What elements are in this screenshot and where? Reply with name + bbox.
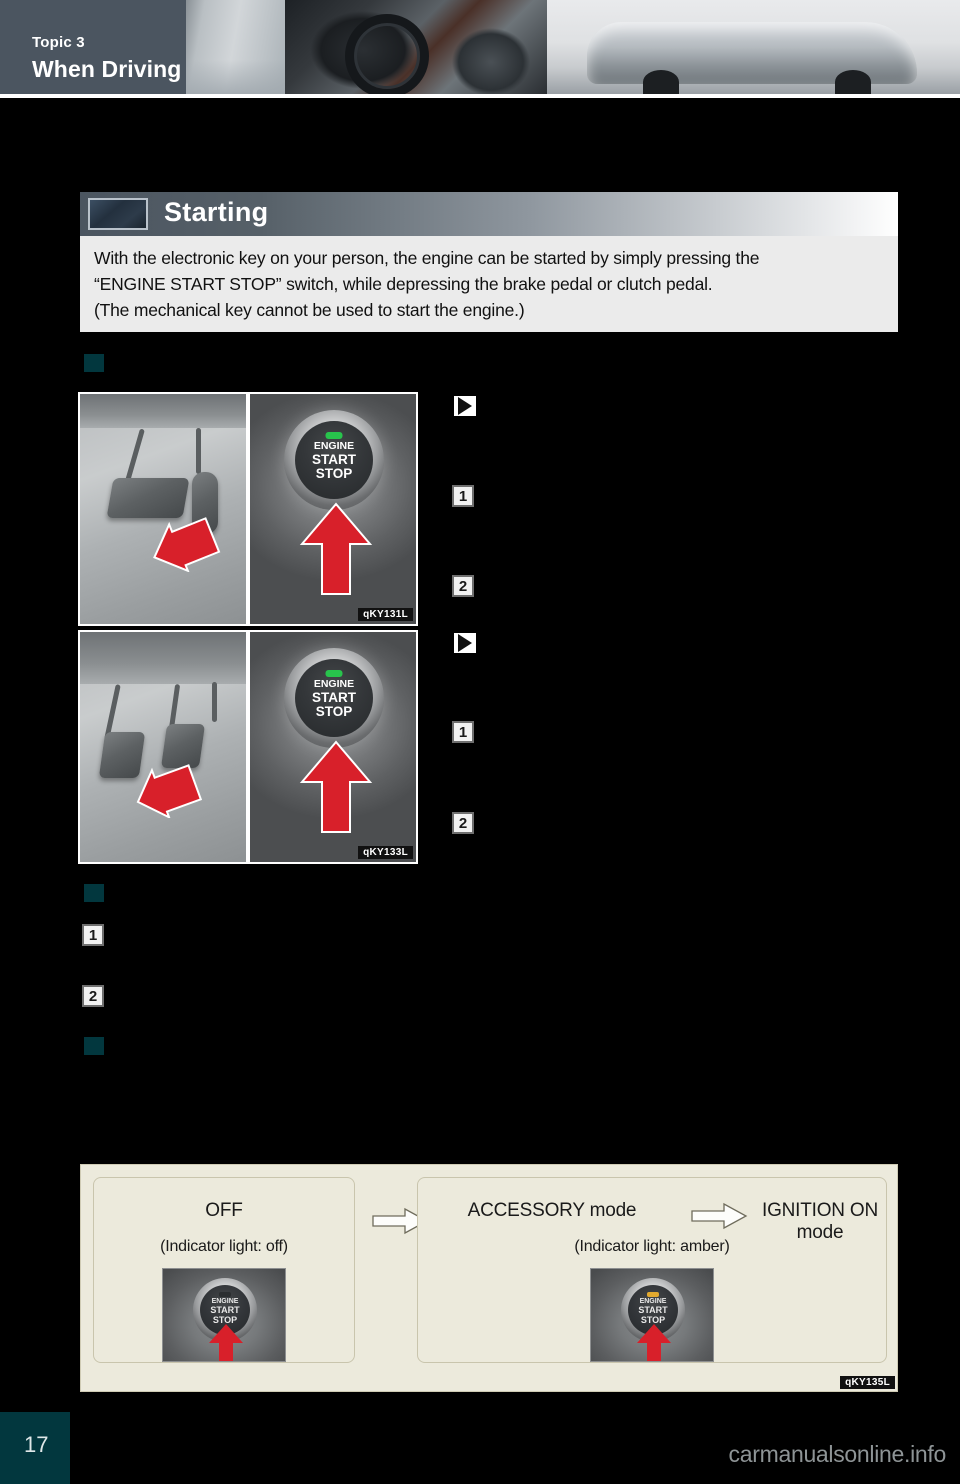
indicator-light [325, 432, 343, 439]
start-stop-switch-photo-2: ENGINE START STOP [249, 632, 416, 862]
clutch-pedal-photo [80, 632, 247, 862]
button-line-1b: ENGINE [313, 678, 355, 690]
step-number-2a: 2 [452, 575, 474, 597]
mode-photo-on: ENGINE START STOP [590, 1268, 714, 1362]
interior-photo [285, 0, 547, 94]
intro-line-2: “ENGINE START STOP” switch, while depres… [94, 274, 713, 294]
step-number-2b: 2 [452, 812, 474, 834]
ignition-mode-diagram: OFF (Indicator light: off) ENGINE START … [80, 1164, 898, 1392]
start-stop-switch-photo: ENGINE START STOP [249, 394, 416, 624]
red-arrow-icon-button [298, 500, 374, 598]
mode-subtitle-on: (Indicator light: amber) [574, 1238, 730, 1255]
mode-subtitle-off: (Indicator light: off) [160, 1238, 288, 1255]
indicator-light-off [219, 1292, 231, 1297]
brake-pedal-photo [80, 394, 247, 624]
red-arrow-icon-clutch [132, 760, 204, 818]
red-arrow-icon-mode-on [635, 1321, 673, 1361]
teal-square-bullet-3 [84, 1037, 104, 1055]
intro-line-1: With the electronic key on your person, … [94, 248, 760, 268]
figure-manual: ENGINE START STOP qKY133L [78, 630, 418, 864]
button-line-2b: START [311, 689, 356, 705]
section-banner: Starting [80, 192, 898, 236]
button-line-1: ENGINE [313, 440, 355, 452]
button-line-2: START [311, 451, 356, 467]
page-title: When Driving [32, 56, 182, 82]
exterior-car-photo [547, 0, 960, 94]
arrow-bullet-2 [454, 633, 476, 653]
indicator-light-2 [325, 670, 343, 677]
button-line-3b: STOP [315, 703, 353, 719]
section-intro-box: With the electronic key on your person, … [80, 236, 898, 332]
right-arrow-icon-2 [690, 1202, 748, 1235]
figure-automatic: ENGINE START STOP qKY131L [78, 392, 418, 626]
mode-photo-off: ENGINE START STOP [162, 1268, 286, 1362]
figure-code-1: qKY131L [358, 608, 413, 621]
mode-card-on: ACCESSORY mode IGNITION ON mode (Indicat… [417, 1177, 887, 1363]
mode-diagram-code: qKY135L [840, 1376, 895, 1389]
topic-tab: Topic 3 When Driving [0, 0, 186, 94]
engine-start-stop-button: ENGINE START STOP [283, 410, 384, 510]
mode-card-off: OFF (Indicator light: off) ENGINE START … [93, 1177, 355, 1363]
mode-title-off: OFF [205, 1200, 243, 1221]
teal-square-bullet-2 [84, 884, 104, 902]
step-number-2c: 2 [82, 985, 104, 1007]
section-thumbnail-icon [88, 198, 148, 230]
manual-page: Topic 3 When Driving Starting With the e… [0, 0, 960, 1484]
step-number-1b: 1 [452, 721, 474, 743]
indicator-light-amber [647, 1292, 659, 1297]
page-number: 17 [24, 1432, 49, 1457]
topic-label: Topic 3 [32, 34, 85, 51]
page-header: Topic 3 When Driving [0, 0, 960, 94]
watermark: carmanualsonline.info [728, 1441, 947, 1467]
red-arrow-icon-button-2 [298, 738, 374, 836]
figure-code-2: qKY133L [358, 846, 413, 859]
teal-square-bullet [84, 354, 104, 372]
step-number-1a: 1 [452, 485, 474, 507]
button-line-3: STOP [315, 465, 353, 481]
red-arrow-icon-mode-off [207, 1321, 245, 1361]
red-arrow-icon-brake [148, 512, 222, 572]
section-title: Starting [164, 197, 269, 227]
arrow-bullet-1 [454, 396, 476, 416]
engine-start-stop-button-2: ENGINE START STOP [283, 648, 384, 748]
intro-line-3: (The mechanical key cannot be used to st… [94, 300, 525, 320]
mode-title-accessory: ACCESSORY mode [467, 1200, 637, 1221]
header-divider [0, 94, 960, 98]
step-number-1c: 1 [82, 924, 104, 946]
